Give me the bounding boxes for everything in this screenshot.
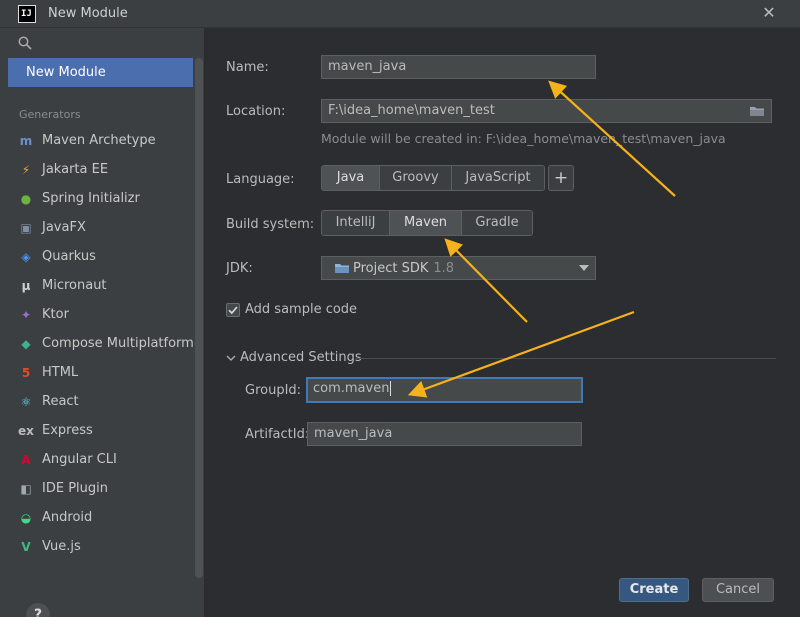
language-option-javascript[interactable]: JavaScript — [452, 166, 544, 190]
sidebar: New Module Generators m Maven Archetype ⚡ J… — [0, 28, 205, 617]
groupid-label: GroupId: — [245, 383, 302, 398]
build-option-gradle[interactable]: Gradle — [462, 211, 532, 235]
location-label: Location: — [226, 104, 286, 119]
advanced-settings-toggle[interactable]: Advanced Settings — [240, 350, 362, 365]
advanced-settings-divider — [356, 358, 776, 359]
sidebar-item-label: Angular CLI — [42, 452, 117, 467]
sidebar-item-android[interactable]: ◒ Android — [0, 503, 194, 532]
sidebar-item-new-module[interactable]: New Module — [8, 58, 193, 87]
jakarta-icon: ⚡ — [21, 162, 31, 177]
artifactid-field[interactable]: maven_java — [307, 422, 582, 446]
sidebar-item-micronaut[interactable]: μ Micronaut — [0, 271, 194, 300]
generators-section-label: Generators — [19, 108, 81, 121]
spring-icon: ● — [20, 191, 32, 206]
build-system-selector: IntelliJ Maven Gradle — [321, 210, 533, 236]
search-icon[interactable] — [18, 36, 32, 50]
language-selector: Java Groovy JavaScript — [321, 165, 545, 191]
window-title: New Module — [48, 6, 128, 21]
react-icon: ⚛ — [20, 394, 32, 409]
title-bar: IJ New Module ✕ — [0, 0, 800, 28]
jdk-name: Project SDK — [353, 260, 429, 276]
sidebar-item-label: Spring Initializr — [42, 191, 140, 206]
location-hint: Module will be created in: F:\idea_home\… — [321, 131, 726, 146]
chevron-down-icon[interactable] — [226, 353, 236, 363]
ktor-icon: ✦ — [20, 307, 32, 322]
sidebar-item-javafx[interactable]: ▣ JavaFX — [0, 213, 194, 242]
angular-icon: A — [21, 452, 31, 467]
compose-icon: ◆ — [21, 336, 31, 351]
sample-code-checkbox[interactable] — [226, 303, 240, 317]
create-button[interactable]: Create — [619, 578, 689, 602]
sidebar-item-angular-cli[interactable]: A Angular CLI — [0, 445, 194, 474]
jdk-dropdown[interactable]: Project SDK 1.8 — [321, 256, 596, 280]
sidebar-item-label: Vue.js — [42, 539, 81, 554]
android-icon: ◒ — [20, 510, 32, 525]
chevron-down-icon — [579, 265, 589, 271]
artifactid-label: ArtifactId: — [245, 427, 310, 442]
sidebar-item-ide-plugin[interactable]: ◧ IDE Plugin — [0, 474, 194, 503]
sidebar-item-label: Maven Archetype — [42, 133, 156, 148]
sidebar-item-label: Android — [42, 510, 93, 525]
build-option-intellij[interactable]: IntelliJ — [322, 211, 390, 235]
javafx-icon: ▣ — [20, 220, 32, 235]
vue-icon: V — [21, 539, 31, 554]
cancel-button[interactable]: Cancel — [702, 578, 774, 602]
sidebar-item-label: Quarkus — [42, 249, 96, 264]
location-field[interactable]: F:\idea_home\maven_test — [321, 99, 772, 123]
sidebar-item-label: React — [42, 394, 79, 409]
build-option-maven[interactable]: Maven — [390, 211, 462, 235]
sidebar-item-html[interactable]: 5 HTML — [0, 358, 194, 387]
plugin-icon: ◧ — [20, 481, 32, 496]
name-label: Name: — [226, 60, 269, 75]
maven-icon: m — [19, 133, 33, 148]
sidebar-item-react[interactable]: ⚛ React — [0, 387, 194, 416]
main-panel: Name: maven_java Location: F:\idea_home\… — [206, 28, 800, 617]
sidebar-item-label: Jakarta EE — [42, 162, 109, 177]
micronaut-icon: μ — [21, 278, 31, 293]
sidebar-item-express[interactable]: ex Express — [0, 416, 194, 445]
sidebar-scrollbar[interactable] — [195, 58, 203, 578]
name-field[interactable]: maven_java — [321, 55, 596, 79]
sidebar-item-jakarta-ee[interactable]: ⚡ Jakarta EE — [0, 155, 194, 184]
groupid-field[interactable]: com.maven — [306, 377, 583, 403]
folder-icon[interactable] — [749, 104, 765, 118]
sidebar-item-ktor[interactable]: ✦ Ktor — [0, 300, 194, 329]
location-value: F:\idea_home\maven_test — [328, 103, 495, 118]
language-option-java[interactable]: Java — [322, 166, 380, 190]
intellij-app-icon: IJ — [18, 5, 36, 23]
checkmark-icon — [228, 306, 238, 315]
help-button[interactable]: ? — [26, 603, 50, 617]
groupid-value: com.maven — [313, 381, 390, 396]
generator-list: m Maven Archetype ⚡ Jakarta EE ● Spring Initi… — [0, 126, 194, 561]
html-icon: 5 — [21, 365, 31, 380]
close-icon[interactable]: ✕ — [760, 4, 778, 22]
build-system-label: Build system: — [226, 217, 315, 232]
express-icon: ex — [18, 423, 34, 438]
sidebar-item-spring-initializr[interactable]: ● Spring Initializr — [0, 184, 194, 213]
sidebar-item-label: IDE Plugin — [42, 481, 108, 496]
sidebar-item-label: Ktor — [42, 307, 69, 322]
add-language-button[interactable]: + — [548, 165, 574, 191]
sidebar-item-label: Compose Multiplatform — [42, 336, 194, 351]
sdk-folder-icon — [335, 264, 349, 273]
sample-code-label: Add sample code — [245, 302, 358, 317]
sidebar-item-maven-archetype[interactable]: m Maven Archetype — [0, 126, 194, 155]
sidebar-item-label: JavaFX — [42, 220, 86, 235]
language-label: Language: — [226, 172, 295, 187]
jdk-version: 1.8 — [433, 260, 455, 276]
sidebar-item-label: Express — [42, 423, 93, 438]
quarkus-icon: ◈ — [21, 249, 31, 264]
text-cursor — [390, 381, 392, 396]
sidebar-item-compose-multiplatform[interactable]: ◆ Compose Multiplatform — [0, 329, 194, 358]
sidebar-item-label: HTML — [42, 365, 79, 380]
sidebar-item-label: Micronaut — [42, 278, 107, 293]
sidebar-item-quarkus[interactable]: ◈ Quarkus — [0, 242, 194, 271]
sidebar-item-vue-js[interactable]: V Vue.js — [0, 532, 194, 561]
language-option-groovy[interactable]: Groovy — [380, 166, 452, 190]
jdk-label: JDK: — [226, 261, 253, 276]
